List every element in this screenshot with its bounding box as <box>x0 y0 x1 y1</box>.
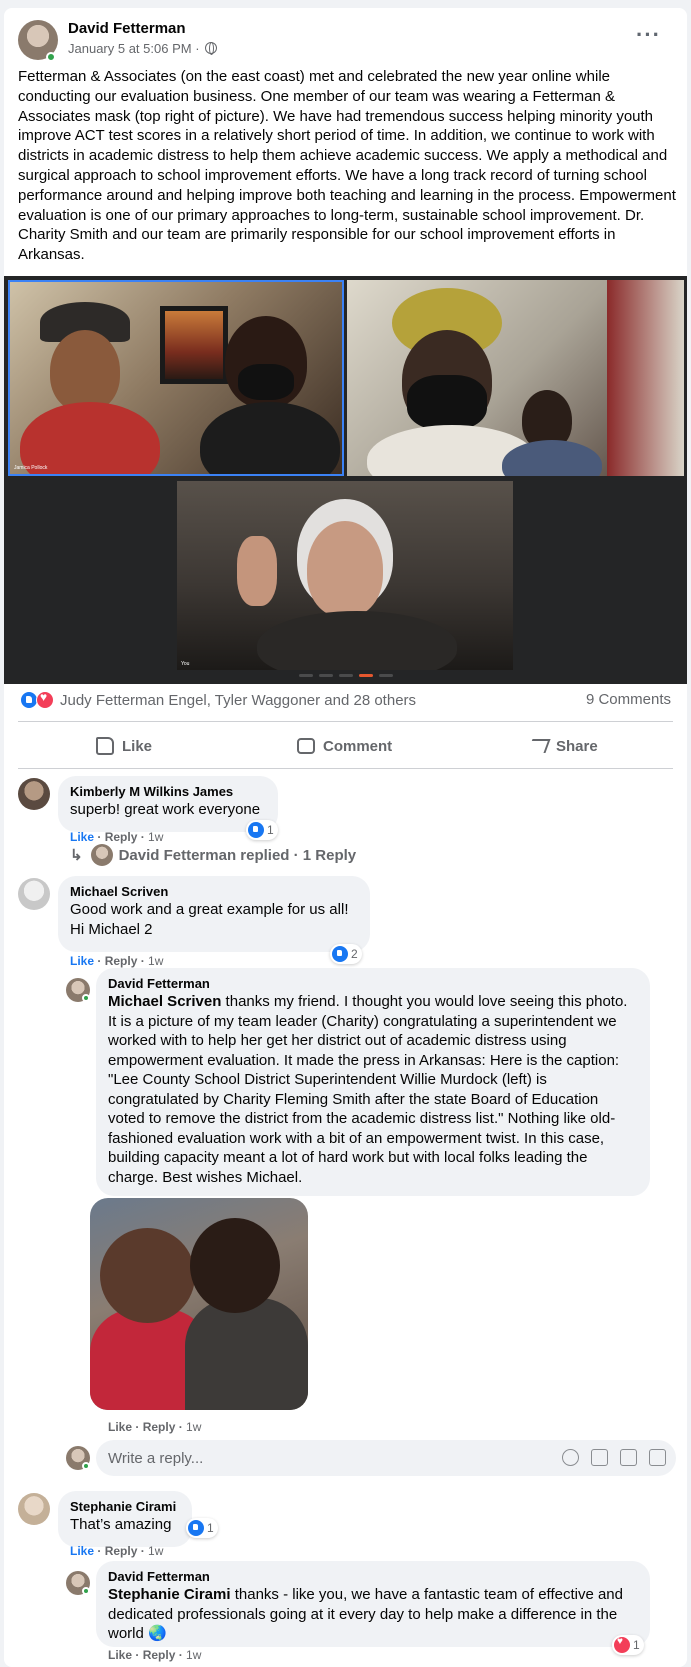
love-reaction-icon <box>36 690 54 709</box>
emoji-icon[interactable] <box>562 1449 579 1466</box>
commenter-avatar[interactable] <box>18 878 50 910</box>
write-reply-input[interactable]: Write a reply... <box>96 1440 676 1476</box>
video-tile-label-self: You <box>181 661 190 667</box>
reply-bubble: David Fetterman Michael Scriven thanks m… <box>96 968 650 1196</box>
globe-icon <box>205 42 218 55</box>
divider <box>18 721 673 722</box>
comment-icon <box>297 738 315 754</box>
online-status-icon <box>82 1587 90 1595</box>
comment-text: superb! great work everyone <box>70 801 261 818</box>
comment-text-line-2: Hi Michael 2 <box>70 920 153 938</box>
comment-author[interactable]: Stephanie Cirami <box>70 1499 180 1515</box>
video-tile-1: Jamica Pollock <box>8 280 344 476</box>
like-icon <box>96 737 114 755</box>
reply-attached-photo[interactable] <box>90 1198 308 1410</box>
online-status-icon <box>82 994 90 1002</box>
video-tile-label: Jamica Pollock <box>14 465 48 471</box>
post-card: David Fetterman January 5 at 5:06 PM · ·… <box>4 8 687 1667</box>
comments-count[interactable]: 9 Comments <box>586 691 671 708</box>
video-tile-2 <box>347 280 684 476</box>
post-image[interactable]: Jamica Pollock You <box>4 276 687 684</box>
comment-actions: Like · Reply · 1w <box>70 830 164 844</box>
comment-actions: Like · Reply · 1w <box>70 954 164 968</box>
reply-author[interactable]: David Fetterman <box>108 976 638 992</box>
comment-reaction-badge[interactable]: 1 <box>186 1518 218 1538</box>
comment-reaction-badge[interactable]: 2 <box>330 944 362 964</box>
mentioned-user[interactable]: Stephanie Cirami <box>108 1586 231 1603</box>
post-text: Fetterman & Associates (on the east coas… <box>18 68 676 264</box>
reaction-count: 2 <box>351 947 358 961</box>
reply-like-link[interactable]: Like <box>108 1648 132 1662</box>
framed-picture <box>160 306 228 384</box>
reply-time[interactable]: 1w <box>186 1648 201 1662</box>
comment-button-label: Comment <box>323 737 393 755</box>
comment-bubble: Stephanie Cirami That’s amazing <box>58 1491 192 1547</box>
comment-like-link[interactable]: Like <box>70 1544 94 1558</box>
online-status-icon <box>82 1462 90 1470</box>
camera-icon[interactable] <box>591 1449 608 1466</box>
reaction-count: 1 <box>267 823 274 837</box>
reply-like-link[interactable]: Like <box>108 1420 132 1434</box>
reply-actions: Like · Reply · 1w <box>108 1648 202 1662</box>
reaction-count: 1 <box>207 1521 214 1535</box>
reply-bubble: David Fetterman Stephanie Cirami thanks … <box>96 1561 650 1647</box>
comment-actions: Like · Reply · 1w <box>70 1544 164 1558</box>
reply-actions: Like · Reply · 1w <box>108 1420 202 1434</box>
comment-like-link[interactable]: Like <box>70 830 94 844</box>
like-reaction-icon <box>332 946 348 962</box>
input-icons <box>562 1449 666 1466</box>
comment-text: That’s amazing <box>70 1516 172 1533</box>
more-options-icon[interactable]: ··· <box>636 24 661 46</box>
comment-reaction-badge[interactable]: 1 <box>246 820 278 840</box>
sticker-icon[interactable] <box>649 1449 666 1466</box>
comment-bubble: Kimberly M Wilkins James superb! great w… <box>58 776 278 832</box>
view-replies-link[interactable]: ↳ David Fetterman replied · 1 Reply <box>70 844 356 866</box>
replies-summary: David Fetterman replied · 1 Reply <box>118 846 357 864</box>
media-scroll-indicator <box>286 674 406 678</box>
comment-reply-link[interactable]: Reply <box>105 1544 138 1558</box>
like-reaction-icon <box>248 822 264 838</box>
reply-author[interactable]: David Fetterman <box>108 1569 638 1585</box>
comment-author[interactable]: Kimberly M Wilkins James <box>70 784 266 800</box>
online-status-icon <box>46 52 56 62</box>
comment-text-line-1: Good work and a great example for us all… <box>70 901 349 918</box>
like-button-label: Like <box>122 737 153 755</box>
gif-icon[interactable] <box>620 1449 637 1466</box>
reply-arrow-icon: ↳ <box>70 847 83 864</box>
comment-like-link[interactable]: Like <box>70 954 94 968</box>
share-button[interactable]: Share <box>527 728 598 764</box>
comment-reply-link[interactable]: Reply <box>105 830 138 844</box>
reply-avatar <box>90 844 113 866</box>
share-icon <box>527 739 551 753</box>
reply-reaction-badge[interactable]: 1 <box>612 1635 644 1655</box>
commenter-avatar[interactable] <box>18 778 50 810</box>
like-reaction-icon <box>188 1520 204 1536</box>
post-timestamp-row: January 5 at 5:06 PM · <box>68 41 218 56</box>
mentioned-user[interactable]: Michael Scriven <box>108 993 221 1010</box>
comment-time[interactable]: 1w <box>148 830 163 844</box>
comment-bubble: Michael Scriven Good work and a great ex… <box>58 876 370 952</box>
post-author-name[interactable]: David Fetterman <box>68 20 186 37</box>
post-timestamp[interactable]: January 5 at 5:06 PM <box>68 41 192 56</box>
meta-separator: · <box>191 41 204 56</box>
like-button[interactable]: Like <box>96 728 152 764</box>
comment-time[interactable]: 1w <box>148 1544 163 1558</box>
reaction-names[interactable]: Judy Fetterman Engel, Tyler Waggoner and… <box>60 692 416 709</box>
video-tile-3: You <box>177 481 513 670</box>
reactions-summary[interactable]: Judy Fetterman Engel, Tyler Waggoner and… <box>20 688 416 712</box>
commenter-avatar[interactable] <box>18 1493 50 1525</box>
divider <box>18 768 673 769</box>
reply-reply-link[interactable]: Reply <box>143 1648 176 1662</box>
comment-time[interactable]: 1w <box>148 954 163 968</box>
write-reply-placeholder: Write a reply... <box>108 1449 204 1467</box>
share-button-label: Share <box>556 737 598 755</box>
comment-author[interactable]: Michael Scriven <box>70 884 358 900</box>
reply-text: thanks my friend. I thought you would lo… <box>108 993 628 1186</box>
reply-reply-link[interactable]: Reply <box>143 1420 176 1434</box>
reaction-count: 1 <box>633 1638 640 1652</box>
love-reaction-icon <box>614 1636 630 1653</box>
reply-time[interactable]: 1w <box>186 1420 201 1434</box>
comment-reply-link[interactable]: Reply <box>105 954 138 968</box>
comment-button[interactable]: Comment <box>297 728 392 764</box>
